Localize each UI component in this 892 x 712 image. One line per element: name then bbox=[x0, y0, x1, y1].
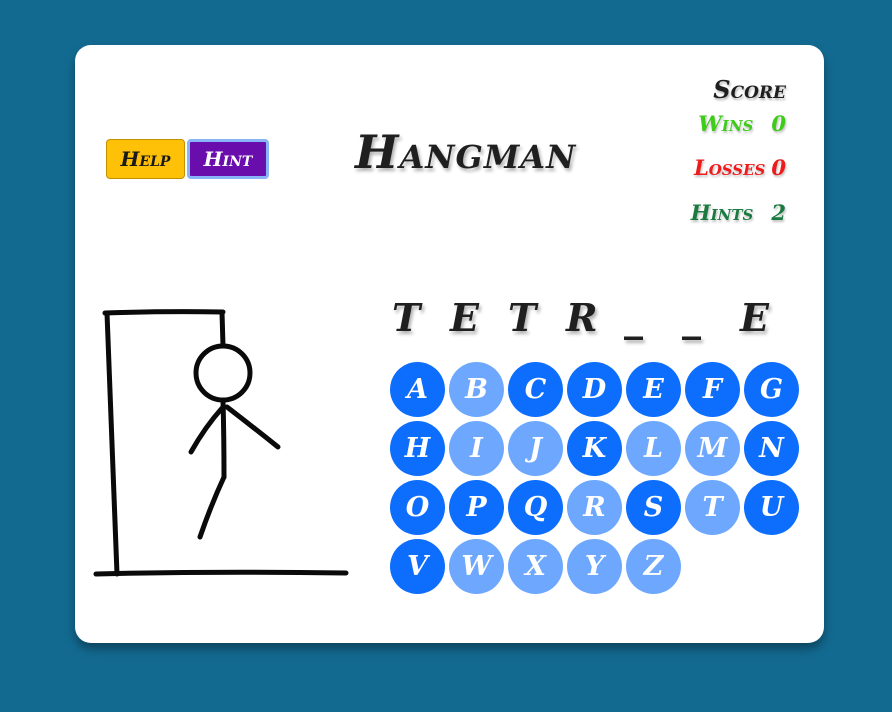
letter-keyboard: ABCDEFG HIJKLMN OPQRSTU VWXYZ bbox=[390, 362, 810, 594]
letter-key-b[interactable]: B bbox=[449, 362, 504, 417]
hangman-left-arm bbox=[188, 404, 226, 455]
losses-label: Losses bbox=[693, 155, 766, 180]
game-card: Help Hint Hangman Score Wins 0 Losses 0 Hi… bbox=[75, 45, 824, 643]
gallows-pole bbox=[104, 310, 120, 577]
page-title: Hangman bbox=[355, 125, 577, 179]
letter-key-m[interactable]: M bbox=[685, 421, 740, 476]
word-display: T E T R _ _ E bbox=[392, 295, 798, 340]
letter-key-e[interactable]: E bbox=[626, 362, 681, 417]
letter-key-h[interactable]: H bbox=[390, 421, 445, 476]
word-letter-slot: T bbox=[508, 295, 537, 340]
letter-key-k[interactable]: K bbox=[567, 421, 622, 476]
hints-value: 2 bbox=[771, 200, 786, 225]
hint-button[interactable]: Hint bbox=[187, 139, 269, 179]
word-letter-slot: E bbox=[450, 295, 479, 340]
letter-key-o[interactable]: O bbox=[390, 480, 445, 535]
letter-key-y[interactable]: Y bbox=[567, 539, 622, 594]
letter-key-d[interactable]: D bbox=[567, 362, 622, 417]
gallows-beam bbox=[102, 309, 226, 316]
letter-key-i[interactable]: I bbox=[449, 421, 504, 476]
wins-label: Wins bbox=[698, 111, 754, 136]
losses-value: 0 bbox=[771, 155, 786, 180]
hangman-drawing bbox=[93, 309, 349, 577]
letter-key-f[interactable]: F bbox=[685, 362, 740, 417]
word-letter-slot: R bbox=[566, 295, 598, 340]
help-button[interactable]: Help bbox=[106, 139, 185, 179]
letter-key-p[interactable]: P bbox=[449, 480, 504, 535]
letter-key-l[interactable]: L bbox=[626, 421, 681, 476]
word-letter-slot: _ bbox=[624, 295, 643, 340]
hints-label: Hints bbox=[690, 200, 754, 225]
letter-key-r[interactable]: R bbox=[567, 480, 622, 535]
hangman-body bbox=[220, 397, 227, 480]
letter-key-s[interactable]: S bbox=[626, 480, 681, 535]
letter-key-q[interactable]: Q bbox=[508, 480, 563, 535]
word-letter-slot: E bbox=[740, 295, 769, 340]
letter-key-u[interactable]: U bbox=[744, 480, 799, 535]
letter-key-z[interactable]: Z bbox=[626, 539, 681, 594]
hangman-left-leg bbox=[197, 474, 227, 540]
hints-score: Hints 2 bbox=[691, 200, 786, 225]
letter-key-t[interactable]: T bbox=[685, 480, 740, 535]
letter-key-j[interactable]: J bbox=[508, 421, 563, 476]
letter-key-a[interactable]: A bbox=[390, 362, 445, 417]
gallows-base bbox=[93, 569, 349, 577]
letter-key-n[interactable]: N bbox=[744, 421, 799, 476]
gallows-rope bbox=[219, 309, 226, 349]
losses-score: Losses 0 bbox=[694, 155, 786, 180]
hangman-head bbox=[193, 343, 253, 403]
score-heading: Score bbox=[713, 75, 786, 104]
letter-key-x[interactable]: X bbox=[508, 539, 563, 594]
hangman-right-arm bbox=[224, 404, 281, 450]
wins-value: 0 bbox=[771, 111, 786, 136]
letter-key-g[interactable]: G bbox=[744, 362, 799, 417]
wins-score: Wins 0 bbox=[698, 111, 786, 136]
letter-key-c[interactable]: C bbox=[508, 362, 563, 417]
letter-key-v[interactable]: V bbox=[390, 539, 445, 594]
word-letter-slot: _ bbox=[682, 295, 701, 340]
letter-key-w[interactable]: W bbox=[449, 539, 504, 594]
word-letter-slot: T bbox=[392, 295, 421, 340]
